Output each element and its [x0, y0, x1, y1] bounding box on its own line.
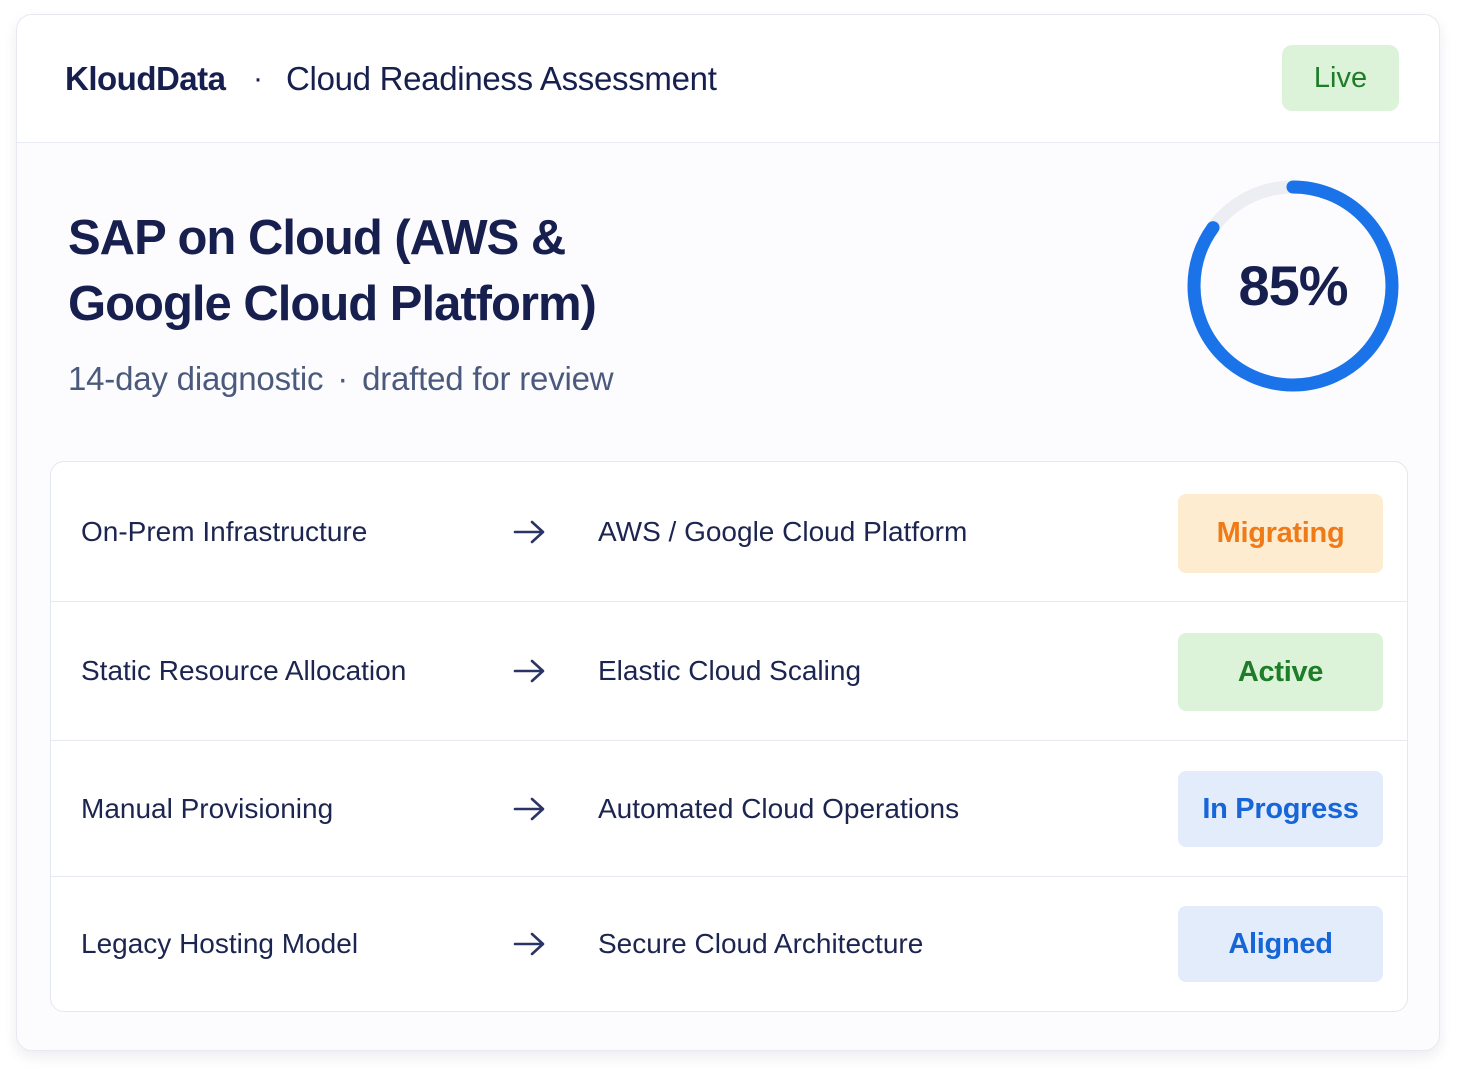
- table-row: On-Prem Infrastructure AWS / Google Cloud…: [51, 462, 1407, 602]
- current-state-label: On-Prem Infrastructure: [81, 515, 368, 547]
- target-state-label: AWS / Google Cloud Platform: [598, 515, 968, 547]
- current-state-label: Static Resource Allocation: [81, 655, 407, 686]
- assessment-card: KloudData · Cloud Readiness Assessment L…: [16, 14, 1440, 1051]
- table-row: Manual Provisioning Automated Cloud Opera…: [51, 741, 1407, 877]
- subtitle-separator: ·: [337, 360, 349, 397]
- subtitle-duration: 14-day diagnostic: [68, 360, 324, 397]
- page-title-line-1: SAP on Cloud (AWS &: [68, 211, 566, 265]
- brand-logo: KloudData: [65, 60, 226, 97]
- current-state-label: Legacy Hosting Model: [81, 928, 359, 959]
- arrow-right-icon: [513, 602, 547, 740]
- target-state-label: Secure Cloud Architecture: [598, 928, 924, 959]
- target-state-label: Elastic Cloud Scaling: [598, 655, 862, 686]
- table-row: Legacy Hosting Model Secure Cloud Archite…: [51, 877, 1407, 1011]
- page-subtitle: 14-day diagnostic · drafted for review: [68, 360, 614, 398]
- status-badge: Migrating: [1178, 494, 1383, 573]
- target-state-label: Automated Cloud Operations: [598, 792, 960, 824]
- status-badge: Aligned: [1178, 906, 1383, 982]
- arrow-right-icon: [513, 462, 547, 601]
- page-title-line-2: Google Cloud Platform): [68, 277, 597, 331]
- page-title: SAP on Cloud (AWS & Google Cloud Platfor…: [68, 205, 708, 337]
- live-status-badge: Live: [1282, 45, 1399, 111]
- header-title: Cloud Readiness Assessment: [286, 60, 717, 97]
- readiness-score: 85%: [1238, 254, 1348, 317]
- header-separator: ·: [253, 62, 263, 95]
- status-badge: Active: [1178, 633, 1383, 711]
- subtitle-status: drafted for review: [362, 360, 614, 397]
- card-header: KloudData · Cloud Readiness Assessment L…: [17, 15, 1439, 143]
- table-row: Static Resource Allocation Elastic Cloud …: [51, 602, 1407, 741]
- current-state-label: Manual Provisioning: [81, 792, 334, 824]
- status-badge: In Progress: [1178, 771, 1383, 847]
- arrow-right-icon: [513, 877, 547, 1011]
- transformation-table: On-Prem Infrastructure AWS / Google Cloud…: [50, 461, 1408, 1012]
- arrow-right-icon: [513, 741, 547, 876]
